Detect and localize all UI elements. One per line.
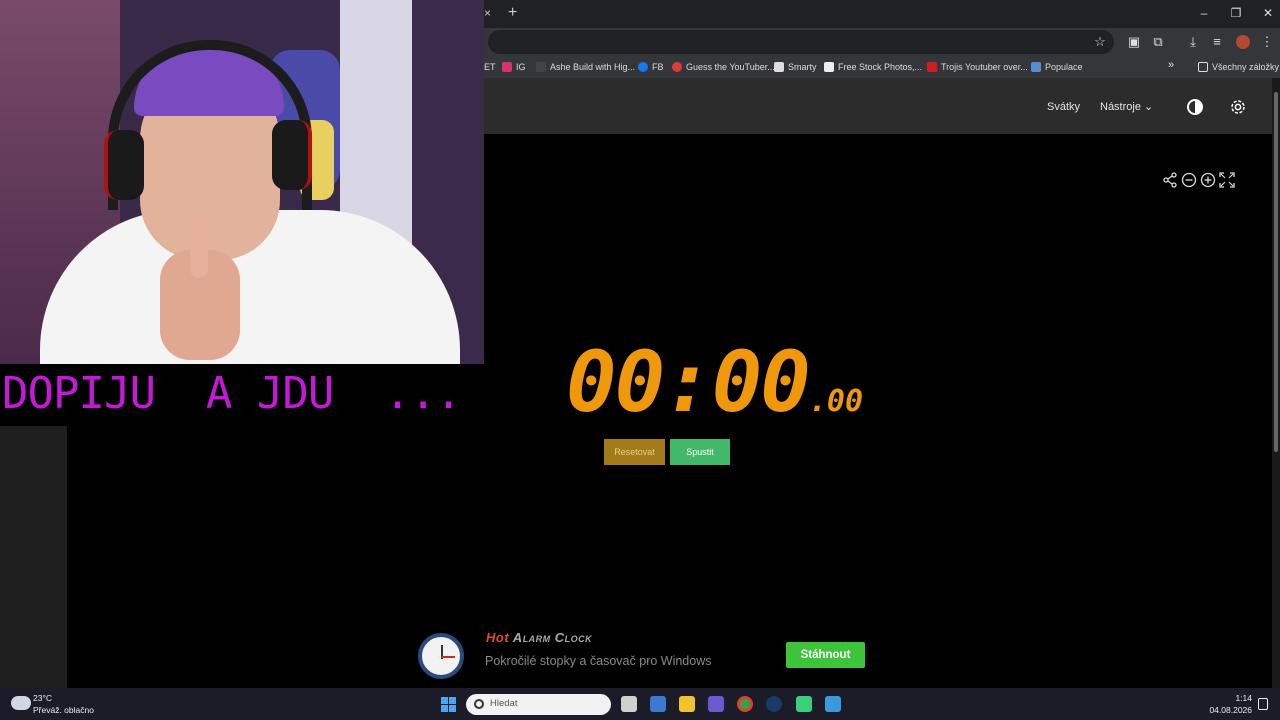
download-button[interactable]: Stáhnout (786, 642, 865, 668)
contrast-toggle-icon[interactable] (1187, 99, 1203, 115)
instagram-icon (502, 62, 512, 72)
page-scrollbar[interactable] (1272, 78, 1280, 688)
chrome-icon[interactable] (737, 696, 753, 712)
bookmark-item[interactable]: Guess the YouTuber... (672, 60, 775, 74)
clock-date[interactable]: 04.08.2026 (1202, 705, 1252, 715)
browser-toolbar: ☆ ▣ ⧉ ⤓ ≡ ⋮ (484, 28, 1280, 56)
new-tab-button[interactable]: + (508, 4, 517, 22)
stopwatch-time: 00:00 (566, 333, 811, 431)
search-icon (474, 699, 484, 709)
weather-cloud-icon[interactable] (11, 696, 31, 710)
bookmark-favicon-icon (774, 62, 784, 72)
folder-icon (1198, 62, 1208, 72)
facebook-icon (638, 62, 648, 72)
search-placeholder: Hledat (490, 698, 518, 709)
profile-avatar[interactable] (1236, 35, 1250, 49)
minimize-button[interactable]: – (1196, 6, 1212, 20)
extension-icon[interactable]: ▣ (1125, 33, 1143, 51)
bookmark-item[interactable]: Trojis Youtuber over... (927, 60, 1028, 74)
reset-button[interactable]: Resetovat (604, 439, 665, 465)
close-window-button[interactable]: ✕ (1260, 6, 1276, 20)
reading-list-icon[interactable]: ≡ (1208, 33, 1226, 51)
teams-icon[interactable] (708, 696, 724, 712)
stream-caption: DOPIJU A JDU ... (0, 364, 484, 426)
discord-icon[interactable] (796, 696, 812, 712)
webcam-feed (0, 0, 484, 364)
address-bar[interactable] (488, 30, 1114, 54)
quiz-icon (672, 62, 682, 72)
bookmark-item[interactable]: Populace (1031, 60, 1083, 74)
menu-kebab-icon[interactable]: ⋮ (1258, 33, 1276, 51)
nav-tools-dropdown[interactable]: Nástroje ⌄ (1100, 100, 1153, 114)
tab-bar: × + – ❐ ✕ (484, 0, 1280, 28)
bookmark-item[interactable]: Free Stock Photos,... (824, 60, 922, 74)
ad-title[interactable]: Hot Alarm Clock (486, 630, 592, 645)
restore-button[interactable]: ❐ (1228, 6, 1244, 20)
chevron-down-icon: ⌄ (1144, 101, 1154, 113)
bookmark-item[interactable]: Smarty (774, 60, 817, 74)
scrollbar-thumb[interactable] (1274, 92, 1278, 452)
file-explorer-icon[interactable] (679, 696, 695, 712)
windows-start-icon[interactable] (441, 697, 456, 712)
weather-description[interactable]: Převáž. oblačno (33, 705, 94, 715)
tab-close-icon[interactable]: × (484, 5, 494, 21)
taskbar-search[interactable]: Hledat (466, 694, 611, 715)
nav-holidays-link[interactable]: Svátky (1047, 100, 1080, 114)
gear-icon[interactable] (1229, 98, 1247, 116)
background-panel (0, 426, 67, 688)
store-icon[interactable] (650, 696, 666, 712)
bookmark-favicon-icon (536, 62, 546, 72)
stopwatch-centiseconds: .00 (808, 384, 864, 419)
bookmark-favicon-icon (1031, 62, 1041, 72)
bookmark-item[interactable]: Ashe Build with Hig... (536, 60, 635, 74)
start-button[interactable]: Spustit (670, 439, 730, 465)
notification-icon[interactable] (1258, 698, 1268, 710)
bookmark-item[interactable]: FB (638, 60, 664, 74)
ad-subtitle: Pokročilé stopky a časovač pro Windows (485, 654, 712, 668)
zoom-out-icon[interactable] (1181, 172, 1197, 188)
bookmark-item[interactable]: IG (502, 60, 526, 74)
download-icon[interactable]: ⤓ (1184, 33, 1202, 51)
share-icon[interactable] (1162, 172, 1178, 188)
bookmarks-overflow-button[interactable]: » (1168, 58, 1174, 72)
youtube-icon (927, 62, 937, 72)
all-bookmarks-button[interactable]: Všechny záložky (1198, 60, 1279, 74)
bookmark-item[interactable]: ET (484, 60, 496, 74)
pexels-icon (824, 62, 834, 72)
steam-icon[interactable] (766, 696, 782, 712)
bookmark-star-icon[interactable]: ☆ (1091, 33, 1109, 51)
paint-icon[interactable] (825, 696, 841, 712)
extensions-puzzle-icon[interactable]: ⧉ (1149, 33, 1167, 51)
site-header: Svátky Nástroje ⌄ (484, 78, 1272, 134)
alarm-clock-logo-icon[interactable] (418, 633, 464, 679)
stopwatch-display: 00:00.00 (566, 340, 864, 424)
task-view-icon[interactable] (621, 696, 637, 712)
screen: × + – ❐ ✕ ☆ ▣ ⧉ ⤓ ≡ ⋮ ET IG Ashe Build w… (0, 0, 1280, 720)
weather-temperature[interactable]: 23°C (33, 693, 52, 703)
clock-time[interactable]: 1:14 (1212, 693, 1252, 703)
fullscreen-icon[interactable] (1219, 172, 1235, 188)
bookmarks-bar: ET IG Ashe Build with Hig... FB Guess th… (484, 56, 1280, 78)
taskbar: 23°C Převáž. oblačno Hledat 1:14 04.08.2… (0, 688, 1280, 720)
zoom-in-icon[interactable] (1200, 172, 1216, 188)
